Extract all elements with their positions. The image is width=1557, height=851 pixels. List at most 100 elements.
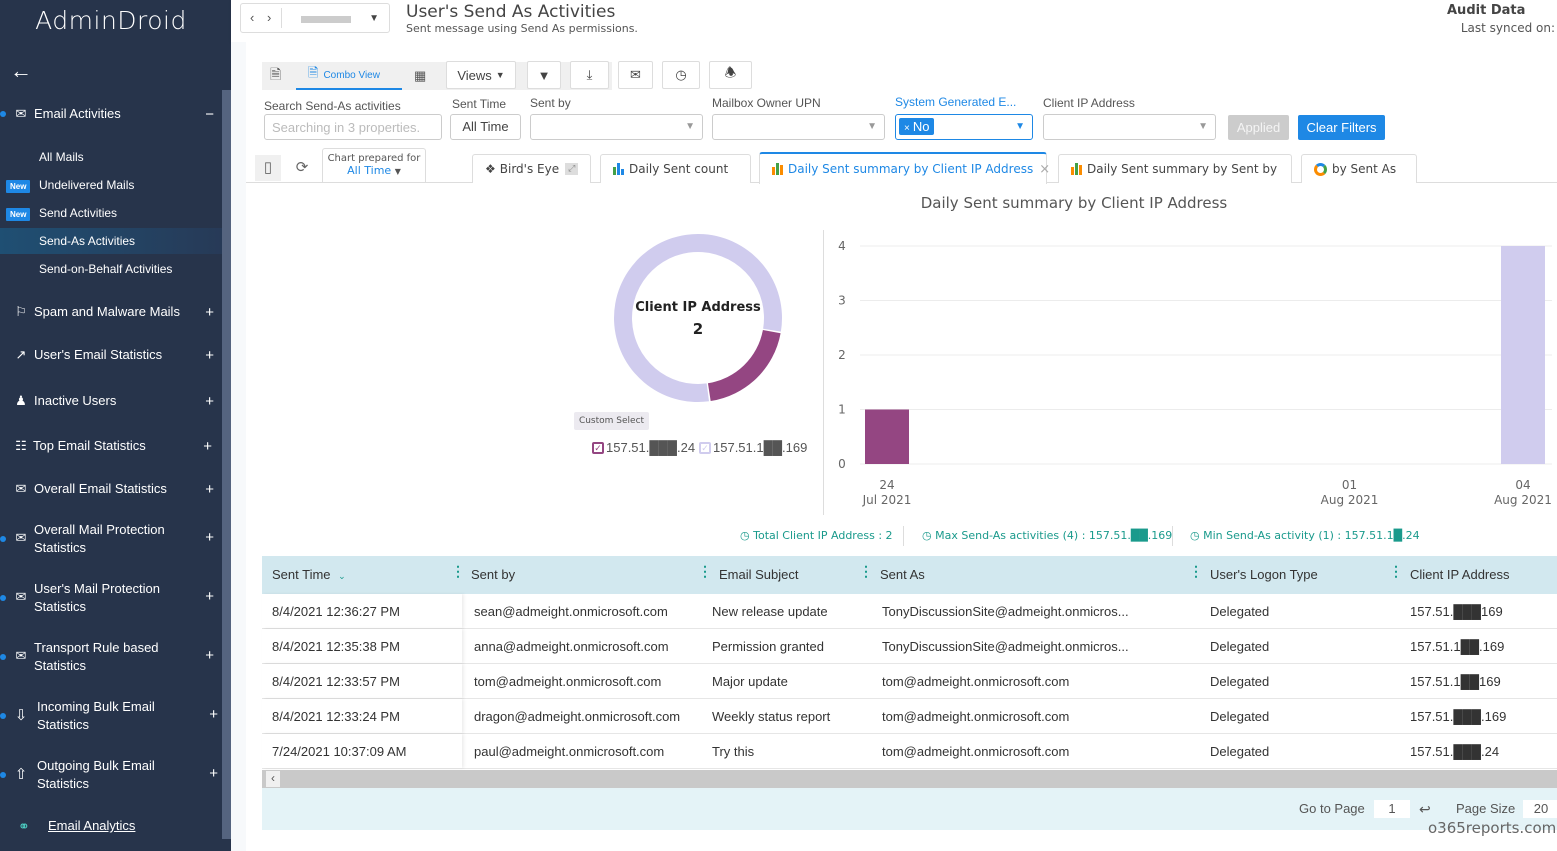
sidebar-section-outgoing-bulk[interactable]: ⇧ Outgoing Bulk Email Statistics + <box>0 757 222 793</box>
chart-pie-icon[interactable]: ▦ <box>414 62 436 90</box>
scroll-left-icon[interactable]: ‹ <box>266 771 280 787</box>
column-menu-icon[interactable]: ⋮ <box>859 564 873 578</box>
sidebar-item-send-on-behalf-activities[interactable]: Send-on-Behalf Activities <box>0 256 222 282</box>
sidebar-section-top-email-statistics[interactable]: ☷ Top Email Statistics + <box>0 437 222 455</box>
horizontal-scrollbar[interactable]: ‹ <box>262 770 1557 788</box>
download-button[interactable]: ⤓ <box>570 61 609 89</box>
app-logo: AdminDroid <box>35 6 187 35</box>
column-menu-icon[interactable]: ⋮ <box>1389 564 1403 578</box>
sidebar-item-all-mails[interactable]: All Mails <box>0 144 222 170</box>
sidebar-item-send-activities[interactable]: New Send Activities <box>0 200 222 226</box>
expand-icon[interactable]: + <box>205 588 214 605</box>
sort-desc-icon: ⌄ <box>338 571 346 581</box>
sidebar-section-email-activities[interactable]: ✉ Email Activities − <box>0 105 222 123</box>
tab-daily-sent-by-sent-by[interactable]: Daily Sent summary by Sent by <box>1058 154 1292 183</box>
schedule-button[interactable]: ◷ <box>662 61 700 89</box>
expand-icon[interactable]: + <box>209 765 218 782</box>
table-row[interactable]: 8/4/2021 12:33:57 PM tom@admeight.onmicro… <box>262 664 1557 699</box>
tab-by-sent-as[interactable]: by Sent As <box>1301 154 1417 183</box>
table-row[interactable]: 8/4/2021 12:33:24 PM dragon@admeight.onmi… <box>262 699 1557 734</box>
bar[interactable] <box>1501 246 1545 464</box>
enter-icon[interactable]: ↩ <box>1419 801 1431 818</box>
page-subtitle: Sent message using Send As permissions. <box>406 22 638 35</box>
bell-icon: 🕭 <box>724 65 737 80</box>
clear-filters-button[interactable]: Clear Filters <box>1298 115 1385 140</box>
sidebar-scrollbar[interactable] <box>222 90 231 839</box>
bar-chart-icon[interactable]: ▯ <box>255 155 281 181</box>
filter-button[interactable]: ▼ <box>527 61 561 89</box>
sent-time-picker[interactable]: All Time <box>450 114 521 140</box>
alarm-clock-icon: ◷ <box>675 67 687 82</box>
sidebar-section-users-email-statistics[interactable]: ↗ User's Email Statistics + <box>0 346 222 364</box>
expand-icon[interactable]: + <box>205 481 214 498</box>
document-icon[interactable]: 🗎 <box>270 62 290 90</box>
refresh-chart-icon[interactable]: ⟳ <box>289 155 315 181</box>
sent-by-label: Sent by <box>530 96 571 110</box>
sidebar-section-users-mail-protection[interactable]: ✉ User's Mail Protection Statistics + <box>0 580 222 616</box>
column-header-sent-by[interactable]: Sent by <box>471 567 515 582</box>
page-title: User's Send As Activities <box>406 2 616 22</box>
views-dropdown[interactable]: Views ▼ <box>446 61 516 89</box>
email-button[interactable]: ✉ <box>618 61 653 89</box>
chart-period-selector[interactable]: Chart prepared for All Time ▼ <box>322 148 426 182</box>
filter-chip[interactable]: × No <box>899 118 935 135</box>
expand-icon[interactable]: + <box>203 438 212 455</box>
column-header-email-subject[interactable]: Email Subject <box>719 567 798 582</box>
column-header-logon-type[interactable]: User's Logon Type <box>1210 567 1318 582</box>
expand-icon[interactable]: + <box>205 304 214 321</box>
tab-birds-eye[interactable]: ❖ Bird's Eye ⤢ <box>472 154 591 183</box>
system-generated-select[interactable]: × No ▼ <box>895 114 1033 140</box>
close-icon[interactable]: × <box>1039 162 1050 177</box>
chevron-right-icon[interactable]: › <box>267 10 271 25</box>
column-menu-icon[interactable]: ⋮ <box>451 564 465 578</box>
column-menu-icon[interactable]: ⋮ <box>1189 564 1203 578</box>
donut-slice[interactable] <box>707 329 781 402</box>
expand-icon[interactable]: + <box>205 393 214 410</box>
sidebar-section-transport-rule[interactable]: ✉ Transport Rule based Statistics + <box>0 639 222 675</box>
email-analytics-link[interactable]: ⚭ Email Analytics <box>18 818 135 835</box>
stacked-bar-icon <box>772 163 783 175</box>
applied-button[interactable]: Applied <box>1228 115 1289 140</box>
tab-combo-view[interactable]: 🗎 Combo View <box>296 62 402 90</box>
sent-by-select[interactable]: ▼ <box>530 114 703 140</box>
table-row[interactable]: 8/4/2021 12:36:27 PM sean@admeight.onmicr… <box>262 594 1557 629</box>
column-header-sent-as[interactable]: Sent As <box>880 567 925 582</box>
sidebar-item-undelivered-mails[interactable]: New Undelivered Mails <box>0 172 222 198</box>
search-input[interactable]: Searching in 3 properties. <box>264 114 442 140</box>
collapse-icon[interactable]: − <box>205 106 214 123</box>
custom-select-button[interactable]: Custom Select <box>574 412 649 430</box>
checkbox-icon: ✓ <box>592 441 604 454</box>
sidebar-section-spam-malware[interactable]: ⚐ Spam and Malware Mails + <box>0 303 222 321</box>
sidebar-section-overall-mail-protection[interactable]: ✉ Overall Mail Protection Statistics + <box>0 521 222 557</box>
column-header-sent-time[interactable]: Sent Time ⌄ <box>272 567 346 582</box>
expand-icon[interactable]: + <box>205 347 214 364</box>
column-header-client-ip[interactable]: Client IP Address <box>1410 567 1509 582</box>
sidebar-section-incoming-bulk[interactable]: ⇩ Incoming Bulk Email Statistics + <box>0 698 222 734</box>
report-navigator[interactable]: ‹ › ▼ <box>240 3 390 33</box>
table-row[interactable]: 7/24/2021 10:37:09 AM paul@admeight.onmic… <box>262 734 1557 769</box>
expand-icon[interactable]: + <box>209 706 218 723</box>
chevron-left-icon[interactable]: ‹ <box>250 10 254 25</box>
y-tick-label: 0 <box>838 457 846 471</box>
page-number-input[interactable]: 1 <box>1374 800 1410 818</box>
page-size-input[interactable]: 20 <box>1523 800 1557 818</box>
bar[interactable] <box>865 409 909 465</box>
arrow-left-icon[interactable]: ← <box>10 58 32 84</box>
stat-total-client-ip: ◷ Total Client IP Address : 2 <box>740 529 893 542</box>
mailbox-owner-select[interactable]: ▼ <box>712 114 885 140</box>
legend-item-ip-169[interactable]: ✓ 157.51.1██.169 <box>699 440 807 455</box>
expand-icon[interactable]: + <box>205 529 214 546</box>
legend-item-ip-24[interactable]: ✓ 157.51.███.24 <box>592 440 695 455</box>
tab-daily-sent-count[interactable]: Daily Sent count <box>600 154 751 183</box>
sidebar-section-overall-email-statistics[interactable]: ✉ Overall Email Statistics + <box>0 480 222 498</box>
column-menu-icon[interactable]: ⋮ <box>698 564 712 578</box>
y-tick-label: 1 <box>838 403 846 417</box>
client-ip-select[interactable]: ▼ <box>1043 114 1216 140</box>
expand-icon[interactable]: + <box>205 647 214 664</box>
table-row[interactable]: 8/4/2021 12:35:38 PM anna@admeight.onmicr… <box>262 629 1557 664</box>
sidebar-section-inactive-users[interactable]: ♟ Inactive Users + <box>0 392 222 410</box>
sidebar-item-send-as-activities[interactable]: Send-As Activities <box>0 228 222 254</box>
chevron-down-icon[interactable]: ▼ <box>369 13 379 24</box>
alert-button[interactable]: 🕭 <box>709 61 752 89</box>
tab-daily-sent-by-client-ip[interactable]: Daily Sent summary by Client IP Address … <box>759 152 1050 184</box>
